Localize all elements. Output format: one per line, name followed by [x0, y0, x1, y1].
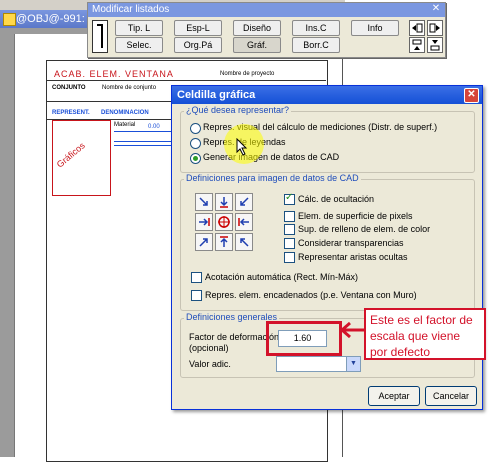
- chk-relleno-color[interactable]: [284, 224, 295, 235]
- conjunto-value: Nombre de conjunto: [102, 85, 157, 91]
- org-pa-button[interactable]: Org.Pá: [174, 37, 222, 53]
- chk-aristas-ocultas-label[interactable]: Representar aristas ocultas: [298, 252, 408, 262]
- cancel-button[interactable]: Cancelar: [425, 386, 477, 406]
- close-icon[interactable]: ✕: [464, 88, 479, 103]
- dialog-title: Celdilla gráfica: [177, 89, 256, 101]
- represent-legend: ¿Qué desea representar?: [184, 105, 292, 115]
- chk-encadenados[interactable]: [191, 290, 202, 301]
- accept-button[interactable]: Aceptar: [368, 386, 420, 406]
- sheet-title: ACAB. ELEM. VENTANA: [54, 69, 174, 79]
- arrow-s-icon[interactable]: [215, 193, 233, 211]
- arrow-ne-icon[interactable]: [195, 233, 213, 251]
- chk-transparencias-label[interactable]: Considerar transparencias: [298, 238, 404, 248]
- move-right-icon[interactable]: [427, 20, 443, 36]
- chevron-down-icon[interactable]: ▼: [346, 357, 360, 371]
- sheet-blue-line: [114, 145, 174, 146]
- radio-imagen-cad-label[interactable]: Generar imagen de datos de CAD: [203, 152, 339, 162]
- cad-definitions-legend: Definiciones para imagen de datos de CAD: [184, 173, 361, 183]
- arrow-e-icon[interactable]: [195, 213, 213, 231]
- arrow-n-icon[interactable]: [215, 233, 233, 251]
- move-up-icon[interactable]: [409, 37, 425, 53]
- cursor-icon: [236, 138, 248, 156]
- chk-transparencias[interactable]: [284, 238, 295, 249]
- chk-encadenados-label[interactable]: Repres. elem. encadenados (p.e. Ventana …: [205, 290, 417, 300]
- denominacion-label: DENOMINACION: [101, 110, 149, 116]
- material-label: Material: [114, 122, 136, 128]
- diseno-button[interactable]: Diseño: [233, 20, 281, 36]
- background-window-title: @OBJ@-991:: [16, 13, 85, 25]
- chk-acotacion-label[interactable]: Acotación automática (Rect. Mín-Máx): [205, 272, 358, 282]
- represent-label: REPRESENT.: [52, 110, 90, 116]
- chk-superficie-pixels[interactable]: [284, 211, 295, 222]
- ins-c-button[interactable]: Ins.C: [292, 20, 340, 36]
- graf-button[interactable]: Gráf.: [233, 37, 281, 53]
- borr-c-button[interactable]: Borr.C: [292, 37, 340, 53]
- chk-aristas-ocultas[interactable]: [284, 252, 295, 263]
- factor-sub-label: (opcional): [189, 343, 229, 353]
- hook-icon[interactable]: [92, 20, 108, 53]
- chk-acotacion[interactable]: [191, 272, 202, 283]
- sheet-blue-line: [114, 141, 174, 142]
- esp-l-button[interactable]: Esp-L: [174, 20, 222, 36]
- project-name-label: Nombre de proyecto: [220, 71, 275, 77]
- target-icon[interactable]: [215, 213, 233, 231]
- toolbar-title: Modificar listados: [92, 4, 170, 15]
- radio-leyendas[interactable]: [190, 138, 201, 149]
- material-value: 0.00: [148, 124, 160, 130]
- dialog-titlebar[interactable]: Celdilla gráfica ✕: [172, 86, 482, 104]
- selec-button[interactable]: Selec.: [115, 37, 163, 53]
- arrow-se-icon[interactable]: [195, 193, 213, 211]
- valor-adic-select[interactable]: ▼: [276, 356, 361, 372]
- sheet-blue-line: [114, 131, 174, 132]
- move-down-icon[interactable]: [427, 37, 443, 53]
- info-button[interactable]: Info: [351, 20, 399, 36]
- toolbar-titlebar[interactable]: Modificar listados ✕: [88, 3, 445, 17]
- close-icon[interactable]: ✕: [431, 4, 441, 14]
- modify-lists-toolbar: Modificar listados ✕ Tip. L Esp-L Diseño…: [87, 2, 446, 58]
- arrow-sw-icon[interactable]: [235, 193, 253, 211]
- chk-superficie-pixels-label[interactable]: Elem. de superficie de pixels: [298, 211, 413, 221]
- annotation-callout: Este es el factor de escala que viene po…: [364, 308, 486, 360]
- move-left-icon[interactable]: [409, 20, 425, 36]
- valor-adic-label: Valor adic.: [189, 359, 231, 369]
- chk-ocultacion[interactable]: [284, 192, 295, 205]
- highlight-frame: [266, 321, 342, 356]
- sheet-divider: [46, 80, 326, 81]
- arrow-nw-icon[interactable]: [235, 233, 253, 251]
- conjunto-label: CONJUNTO: [52, 85, 86, 91]
- radio-imagen-cad[interactable]: [190, 153, 201, 164]
- radio-visual-mediciones[interactable]: [190, 123, 201, 134]
- chk-relleno-color-label[interactable]: Sup. de relleno de elem. de color: [298, 224, 430, 234]
- app-icon: [3, 13, 16, 26]
- general-definitions-legend: Definiciones generales: [184, 312, 280, 322]
- arrow-left-icon: [339, 321, 364, 339]
- arrow-w-icon[interactable]: [235, 213, 253, 231]
- tip-l-button[interactable]: Tip. L: [115, 20, 163, 36]
- chk-ocultacion-label[interactable]: Cálc. de ocultación: [298, 194, 374, 204]
